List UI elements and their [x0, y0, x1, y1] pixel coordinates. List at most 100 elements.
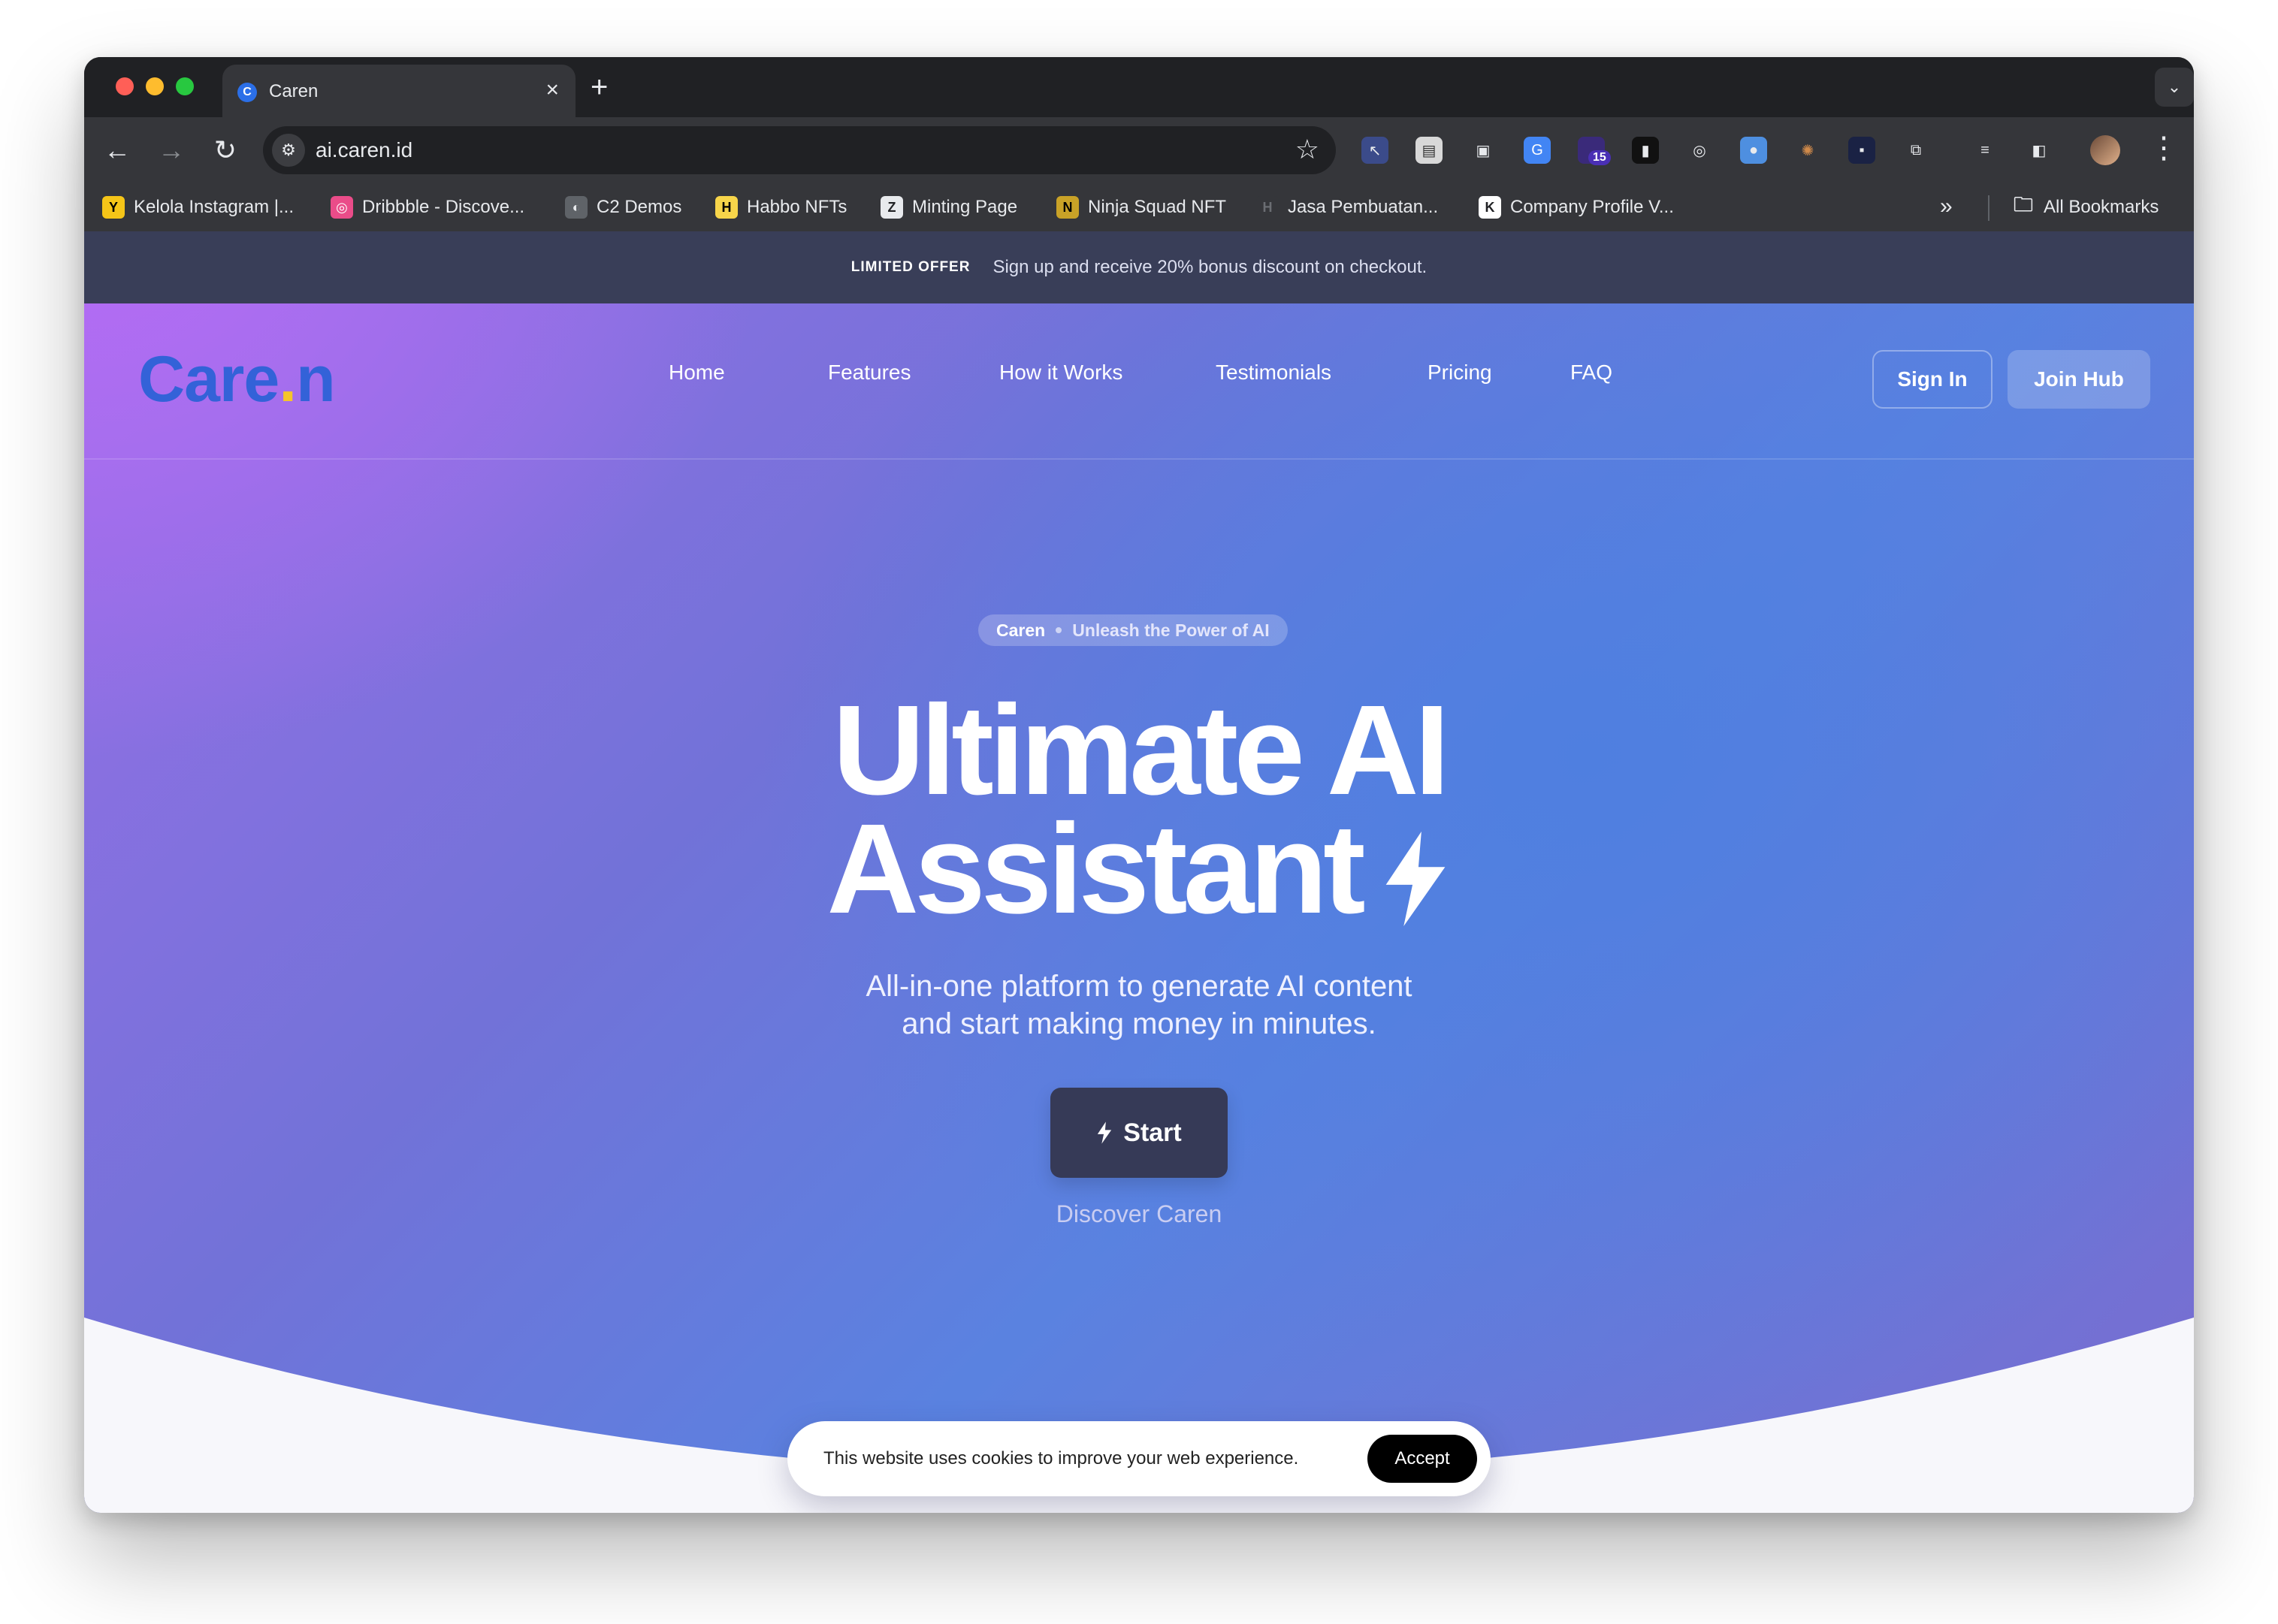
nav-link-how-it-works[interactable]: How it Works — [999, 361, 1122, 385]
back-arrow-icon[interactable]: ← — [99, 132, 135, 168]
all-bookmarks-label: All Bookmarks — [2044, 197, 2159, 217]
tab-close-icon[interactable]: × — [545, 78, 559, 102]
extension-badge: 15 — [1588, 150, 1611, 165]
logo-main: Care — [138, 343, 279, 415]
tab-favicon-icon: C — [237, 83, 257, 102]
browser-tab[interactable]: C Caren × — [222, 65, 576, 117]
reading-list-icon[interactable]: ≡ — [1971, 137, 1999, 164]
minimize-window-button[interactable] — [146, 77, 164, 95]
accept-cookies-button[interactable]: Accept — [1367, 1435, 1477, 1483]
bookmark-item[interactable]: K Company Profile V... — [1479, 192, 1674, 222]
start-label: Start — [1123, 1118, 1182, 1147]
bookmark-label: Company Profile V... — [1510, 197, 1674, 217]
bookmark-label: Kelola Instagram |... — [134, 197, 294, 217]
bookmarks-bar: Y Kelola Instagram |... ◎ Dribbble - Discov… — [84, 183, 2194, 232]
reload-icon[interactable]: ↻ — [207, 132, 243, 168]
bookmark-item[interactable]: N Ninja Squad NFT — [1056, 192, 1226, 222]
hero-headline: Ultimate AI Assistant — [84, 679, 2194, 933]
side-panel-icon[interactable]: ◧ — [2026, 137, 2053, 164]
maximize-window-button[interactable] — [176, 77, 194, 95]
tab-strip: C Caren × + ⌄ — [84, 57, 2194, 117]
badge-extension-icon[interactable]: 15 — [1578, 137, 1611, 165]
translate-extension-icon[interactable]: G — [1524, 137, 1551, 164]
folder-icon: 🗀 — [2013, 193, 2033, 216]
extensions-puzzle-icon[interactable]: ⧉ — [1902, 137, 1929, 164]
subtitle-line-2: and start making money in minutes. — [902, 1007, 1376, 1040]
bolt-small-icon — [1098, 1121, 1112, 1144]
pill-separator-dot — [1056, 627, 1062, 633]
hero-subtitle: All-in-one platform to generate AI conte… — [84, 967, 2194, 1043]
picture-in-picture-icon[interactable]: ▣ — [1470, 137, 1497, 164]
bookmarks-divider — [1988, 195, 1989, 221]
forward-arrow-icon[interactable]: → — [153, 132, 189, 168]
bookmark-label: Habbo NFTs — [747, 197, 847, 217]
start-button[interactable]: Start — [1050, 1088, 1228, 1178]
browser-menu-icon[interactable]: ⋮ — [2149, 131, 2179, 165]
bookmark-item[interactable]: ◎ Dribbble - Discove... — [331, 192, 524, 222]
url-text[interactable]: ai.caren.id — [316, 138, 412, 162]
bookmark-favicon-icon: N — [1056, 196, 1079, 219]
nav-link-home[interactable]: Home — [669, 361, 725, 385]
pill-tagline: Unleash the Power of AI — [1072, 620, 1270, 640]
headline-line-2-wrap: Assistant — [84, 805, 2194, 933]
tab-title: Caren — [269, 81, 319, 101]
bookmark-favicon-icon: H — [715, 196, 738, 219]
profile-avatar[interactable] — [2090, 135, 2120, 165]
new-tab-icon[interactable]: + — [591, 72, 608, 102]
bookmark-item[interactable]: Z Minting Page — [881, 192, 1017, 222]
cookie-banner: This website uses cookies to improve you… — [787, 1421, 1491, 1496]
bird-extension-icon[interactable]: ● — [1740, 137, 1767, 164]
limited-offer-banner: LIMITED OFFER Sign up and receive 20% bo… — [84, 231, 2194, 303]
cursor-extension-icon[interactable]: ↖ — [1361, 137, 1388, 164]
nav-link-faq[interactable]: FAQ — [1570, 361, 1612, 385]
browser-window: C Caren × + ⌄ ← → ↻ ⚙ ai.caren.id ☆ ↖ ▤ … — [84, 57, 2194, 1513]
bookmark-label: Dribbble - Discove... — [362, 197, 525, 217]
cookie-message: This website uses cookies to improve you… — [823, 1448, 1299, 1469]
nav-link-testimonials[interactable]: Testimonials — [1216, 361, 1331, 385]
bookmark-item[interactable]: Y Kelola Instagram |... — [102, 192, 294, 222]
web-page: LIMITED OFFER Sign up and receive 20% bo… — [84, 231, 2194, 1513]
bookmark-star-icon[interactable]: ☆ — [1295, 134, 1319, 165]
more-bookmarks-chevron-icon[interactable]: » — [1940, 194, 1953, 219]
lightning-bolt-icon — [1385, 832, 1445, 927]
target-extension-icon[interactable]: ◎ — [1686, 137, 1713, 164]
nav-link-features[interactable]: Features — [828, 361, 911, 385]
bookmark-favicon-icon: Z — [881, 196, 903, 219]
browser-toolbar: ← → ↻ ⚙ ai.caren.id ☆ ↖ ▤ ▣ G 15 ▮ ◎ ● ✺… — [84, 117, 2194, 183]
site-settings-icon[interactable]: ⚙ — [272, 134, 305, 167]
bookmark-favicon-icon: Y — [102, 196, 125, 219]
bookmark-item[interactable]: H Habbo NFTs — [715, 192, 847, 222]
hero-tagline-pill: Caren Unleash the Power of AI — [978, 614, 1288, 646]
close-window-button[interactable] — [116, 77, 134, 95]
bookmark-favicon-icon: H — [1256, 196, 1279, 219]
app-extension-icon[interactable]: ▪ — [1848, 137, 1875, 164]
sign-in-button[interactable]: Sign In — [1872, 350, 1992, 409]
headline-line-2: Assistant — [826, 798, 1365, 940]
bookmark-label: Ninja Squad NFT — [1088, 197, 1227, 217]
site-navbar: Care.n Home Features How it Works Testim… — [84, 303, 2194, 460]
tab-search-chevron-icon[interactable]: ⌄ — [2155, 68, 2194, 107]
cookie-extension-icon[interactable]: ✺ — [1794, 137, 1821, 164]
bookmark-label: Minting Page — [912, 197, 1018, 217]
bookmark-favicon-icon: K — [1479, 196, 1501, 219]
bookmark-favicon-icon: ◐ — [565, 196, 588, 219]
recorder-extension-icon[interactable]: ▮ — [1632, 137, 1659, 164]
bookmark-label: C2 Demos — [597, 197, 682, 217]
bookmark-label: Jasa Pembuatan... — [1288, 197, 1439, 217]
join-hub-button[interactable]: Join Hub — [2008, 350, 2150, 409]
all-bookmarks-button[interactable]: 🗀 All Bookmarks — [2012, 192, 2159, 222]
logo-end: n — [296, 343, 336, 415]
bookmark-favicon-icon: ◎ — [331, 196, 353, 219]
bookmark-item[interactable]: ◐ C2 Demos — [565, 192, 681, 222]
pill-brand: Caren — [996, 620, 1046, 640]
document-extension-icon[interactable]: ▤ — [1415, 137, 1443, 164]
nav-link-pricing[interactable]: Pricing — [1428, 361, 1492, 385]
discover-caren-link[interactable]: Discover Caren — [84, 1200, 2194, 1228]
caren-logo[interactable]: Care.n — [138, 343, 336, 417]
bookmark-item[interactable]: H Jasa Pembuatan... — [1256, 192, 1438, 222]
offer-text: Sign up and receive 20% bonus discount o… — [992, 257, 1428, 277]
offer-tag: LIMITED OFFER — [850, 259, 971, 275]
subtitle-line-1: All-in-one platform to generate AI conte… — [866, 970, 1412, 1003]
headline-line-1: Ultimate AI — [832, 679, 1450, 822]
address-bar[interactable]: ⚙ ai.caren.id ☆ — [263, 126, 1336, 174]
